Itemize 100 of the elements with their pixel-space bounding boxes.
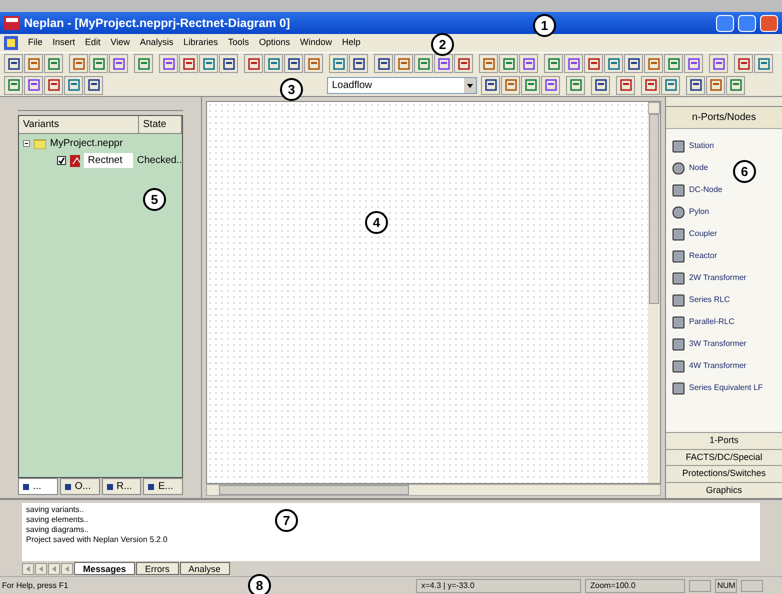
- toolbar-glyph-icon: [708, 78, 722, 92]
- tree-toggle[interactable]: [23, 140, 30, 147]
- menu-item[interactable]: File: [28, 36, 43, 50]
- toolbar-glyph-icon: [86, 78, 100, 92]
- toolbar-glyph-icon: [26, 56, 40, 70]
- toolbar-glyph-icon: [504, 78, 518, 92]
- toolbar-glyph-icon: [736, 56, 750, 70]
- toolbar-glyph-icon: [482, 56, 496, 70]
- toolbar-button[interactable]: [624, 54, 643, 73]
- menu-item[interactable]: Insert: [52, 36, 76, 50]
- toolbar-glyph-icon: [606, 56, 620, 70]
- toolbar-button[interactable]: [219, 54, 238, 73]
- component-icon: [672, 316, 685, 328]
- palette-item[interactable]: Series RLC: [689, 294, 730, 306]
- analysis-select[interactable]: Loadflow: [327, 76, 477, 94]
- toolbar-button[interactable]: [374, 54, 393, 73]
- toolbar-glyph-icon: [376, 56, 390, 70]
- diagram-canvas[interactable]: [207, 102, 648, 483]
- toolbar-button[interactable]: [434, 54, 453, 73]
- tab-scroll-icon[interactable]: [61, 562, 73, 574]
- message-tab[interactable]: Analyse: [180, 562, 230, 575]
- tab-scroll-icon[interactable]: [35, 562, 47, 574]
- message-line: saving diagrams..: [26, 525, 89, 535]
- message-tab[interactable]: Errors: [136, 562, 179, 575]
- toolbar-glyph-icon: [546, 56, 560, 70]
- menu-item[interactable]: Tools: [228, 36, 249, 50]
- palette-item[interactable]: 2W Transformer: [689, 272, 746, 284]
- palette-item[interactable]: 4W Transformer: [689, 360, 746, 372]
- component-icon: [672, 184, 685, 196]
- component-icon: [672, 294, 685, 306]
- menu-item[interactable]: Edit: [85, 36, 101, 50]
- close-button[interactable]: [760, 14, 778, 32]
- toolbar-glyph-icon: [644, 78, 658, 92]
- menu-item[interactable]: Options: [258, 36, 290, 50]
- toolbar-glyph-icon: [416, 56, 430, 70]
- status-text: For Help, press F1: [1, 580, 68, 592]
- menu-item[interactable]: Libraries: [183, 36, 218, 50]
- toolbar-glyph-icon: [436, 56, 450, 70]
- toolbar-button[interactable]: [284, 54, 303, 73]
- coordinates-field: x=4.3 | y=-33.0: [416, 578, 582, 592]
- toolbar-glyph-icon: [484, 78, 498, 92]
- tree-item[interactable]: Rectnet: [84, 153, 133, 168]
- palette-item[interactable]: Station: [689, 140, 714, 152]
- menu-item[interactable]: Help: [342, 36, 361, 50]
- toolbar-glyph-icon: [92, 56, 106, 70]
- variant-checkbox[interactable]: [57, 156, 66, 165]
- toolbar-glyph-icon: [46, 78, 60, 92]
- palette-item[interactable]: Pylon: [689, 206, 710, 218]
- folder-icon: [34, 138, 46, 148]
- palette-item[interactable]: 3W Transformer: [689, 338, 746, 350]
- panel-tab[interactable]: E...: [143, 478, 183, 495]
- toolbar-button[interactable]: [84, 76, 103, 94]
- panel-tab[interactable]: ...: [18, 478, 58, 495]
- toolbar-glyph-icon: [594, 78, 608, 92]
- column-header[interactable]: Variants: [19, 116, 139, 133]
- palette-header[interactable]: n-Ports/Nodes: [666, 107, 782, 129]
- toolbar-button[interactable]: [4, 54, 23, 73]
- toolbar-glyph-icon: [544, 78, 558, 92]
- palette-item[interactable]: Parallel-RLC: [689, 316, 734, 328]
- toolbar-glyph-icon: [66, 78, 80, 92]
- tab-scroll-icon[interactable]: [22, 562, 34, 574]
- toolbar-button[interactable]: [686, 76, 705, 94]
- component-icon: [672, 338, 685, 350]
- tree-item[interactable]: MyProject.neppr: [50, 136, 123, 151]
- palette-section[interactable]: Graphics: [666, 482, 782, 498]
- window-title: Neplan - [MyProject.nepprj-Rectnet-Diagram 0]: [24, 15, 290, 32]
- toolbar-glyph-icon: [626, 56, 640, 70]
- menu-item[interactable]: View: [110, 36, 130, 50]
- toolbar-glyph-icon: [182, 56, 196, 70]
- vertical-scrollbar[interactable]: [648, 102, 660, 483]
- toolbar-glyph-icon: [666, 56, 680, 70]
- toolbar-glyph-icon: [756, 56, 770, 70]
- palette-item[interactable]: DC-Node: [689, 184, 722, 196]
- tab-scroll-icon[interactable]: [48, 562, 60, 574]
- toolbar-glyph-icon: [502, 56, 516, 70]
- panel-tab[interactable]: O...: [60, 478, 100, 495]
- maximize-button[interactable]: [738, 14, 756, 32]
- toolbar-glyph-icon: [6, 78, 20, 92]
- menu-item[interactable]: Analysis: [140, 36, 174, 50]
- toolbar-glyph-icon: [618, 78, 632, 92]
- toolbar-button[interactable]: [349, 54, 368, 73]
- palette-item[interactable]: Coupler: [689, 228, 718, 240]
- horizontal-scrollbar[interactable]: [206, 484, 661, 496]
- toolbar-glyph-icon: [26, 78, 40, 92]
- palette-item[interactable]: Series Equivalent LF: [689, 382, 763, 394]
- menu-item[interactable]: Window: [300, 36, 332, 50]
- toolbar-glyph-icon: [332, 56, 346, 70]
- palette-section[interactable]: FACTS/DC/Special: [666, 448, 782, 465]
- minimize-button[interactable]: [716, 14, 734, 32]
- status-panel: [741, 580, 764, 592]
- toolbar-glyph-icon: [664, 78, 678, 92]
- panel-tab[interactable]: R...: [102, 478, 142, 495]
- toolbar-button[interactable]: [481, 76, 500, 94]
- toolbar-button[interactable]: [591, 76, 610, 94]
- zoom-field: Zoom=100.0: [585, 578, 686, 592]
- palette-item[interactable]: Reactor: [689, 250, 718, 262]
- message-tab[interactable]: Messages: [74, 562, 136, 575]
- palette-item[interactable]: Node: [689, 162, 708, 174]
- column-header[interactable]: State: [139, 116, 182, 133]
- toolbar-glyph-icon: [266, 56, 280, 70]
